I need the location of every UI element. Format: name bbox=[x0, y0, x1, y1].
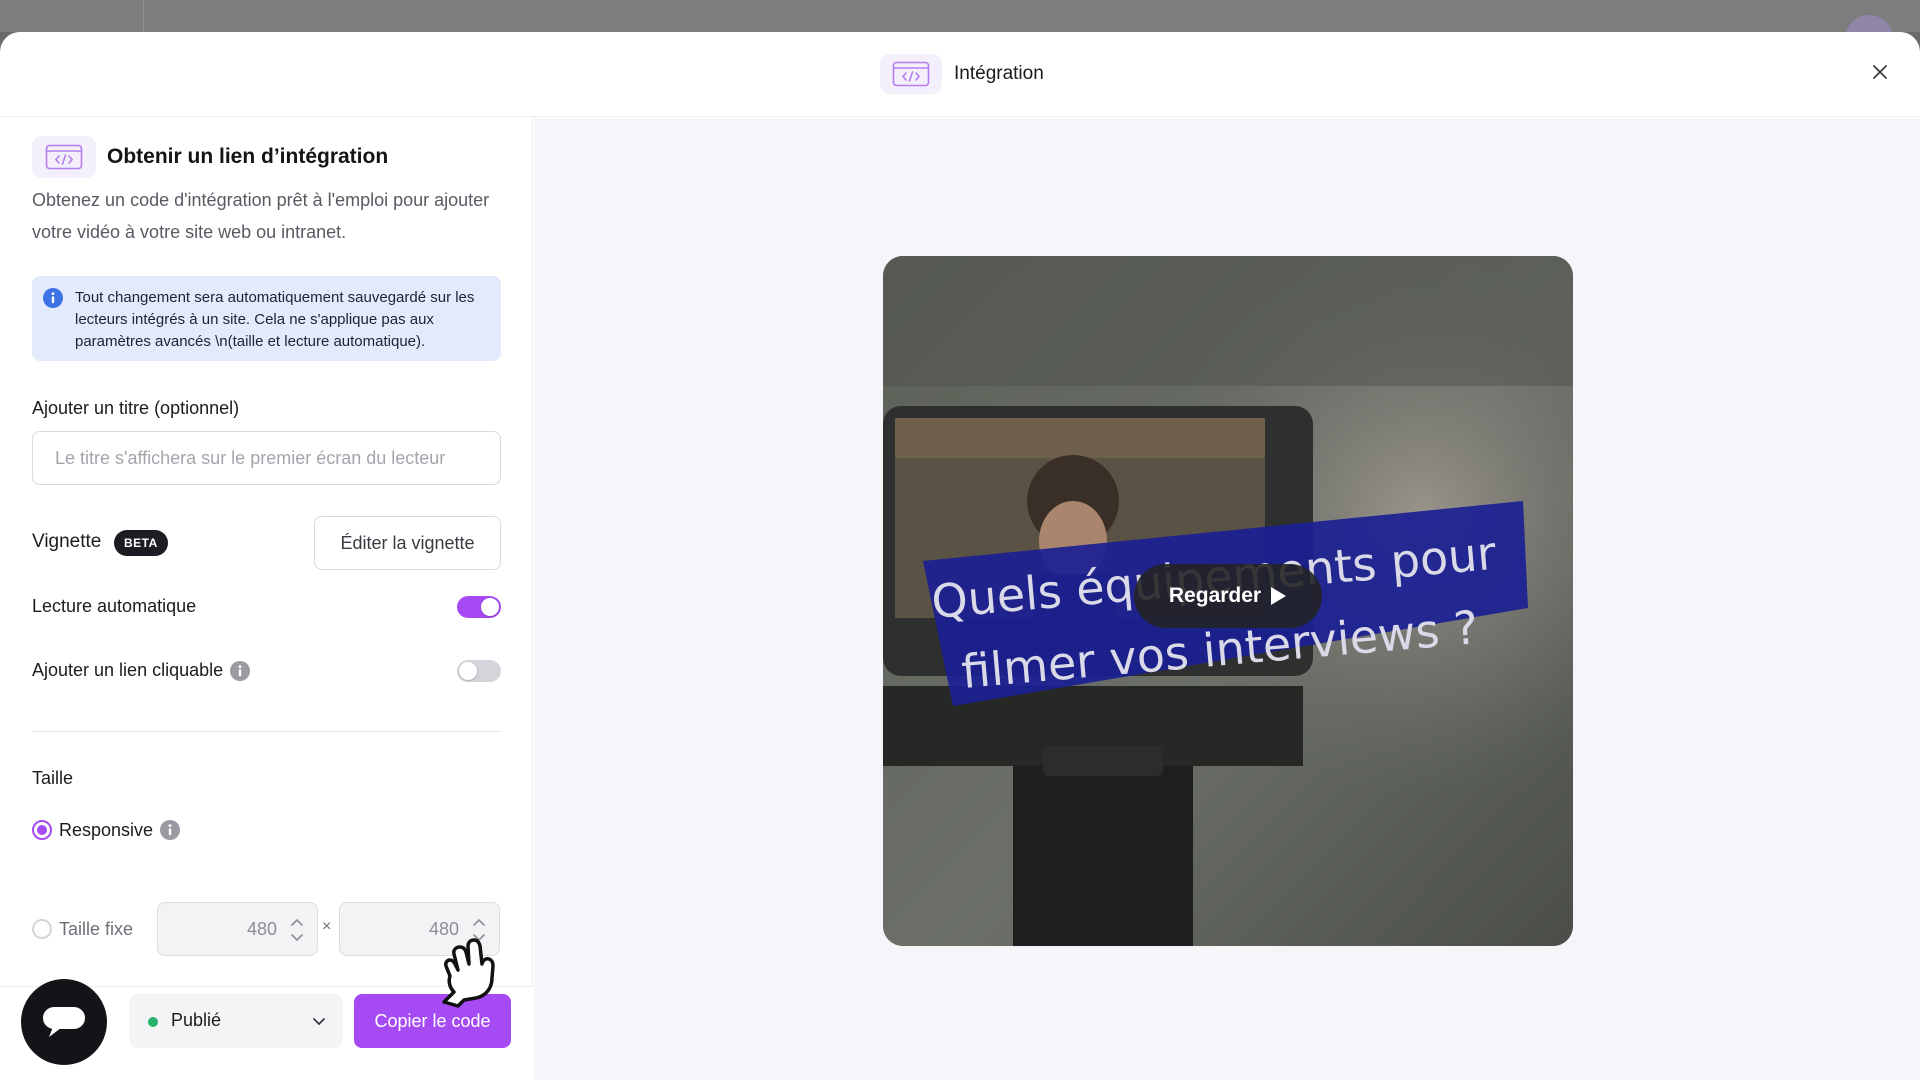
toggle-knob bbox=[481, 598, 499, 616]
status-dot bbox=[148, 1017, 158, 1027]
size-separator: × bbox=[322, 918, 332, 935]
play-icon bbox=[1271, 587, 1287, 605]
status-value: Publié bbox=[171, 1010, 222, 1030]
clickable-link-row: Ajouter un lien cliquable bbox=[32, 656, 501, 686]
modal-title: Intégration bbox=[954, 63, 1044, 84]
clickable-link-label: Ajouter un lien cliquable bbox=[32, 660, 224, 680]
embed-code-icon bbox=[32, 136, 96, 178]
autoplay-row: Lecture automatique bbox=[32, 592, 501, 622]
thumbnail-row: Vignette BETA Éditer la vignette bbox=[32, 516, 501, 570]
toggle-knob bbox=[459, 662, 477, 680]
clickable-link-label-group: Ajouter un lien cliquable bbox=[32, 660, 251, 681]
info-icon[interactable] bbox=[160, 820, 181, 840]
title-input[interactable] bbox=[32, 431, 501, 485]
info-callout: Tout changement sera automatiquement sau… bbox=[32, 276, 501, 361]
watch-button[interactable]: Regarder bbox=[1134, 564, 1322, 628]
responsive-label: Responsive bbox=[59, 819, 154, 840]
width-value: 480 bbox=[246, 919, 277, 939]
section-title: Obtenir un lien d’intégration bbox=[107, 145, 389, 168]
info-icon bbox=[43, 288, 63, 315]
watch-button-label: Regarder bbox=[1168, 584, 1262, 607]
chat-bubble-icon[interactable] bbox=[21, 979, 107, 1065]
info-icon[interactable] bbox=[230, 660, 251, 681]
embed-code-icon bbox=[880, 54, 942, 94]
autoplay-label: Lecture automatique bbox=[32, 596, 197, 616]
size-option-fixed[interactable]: Taille fixe bbox=[32, 916, 133, 942]
size-option-responsive[interactable]: Responsive bbox=[32, 817, 181, 843]
modal-title-group: Intégration bbox=[880, 54, 1044, 94]
section-header: Obtenir un lien d’intégration bbox=[32, 136, 388, 178]
width-input[interactable]: 480 bbox=[157, 902, 318, 956]
fixed-size-radio[interactable] bbox=[32, 919, 52, 939]
status-select[interactable]: Publié bbox=[129, 994, 343, 1048]
hand-pointer-icon bbox=[436, 936, 508, 1013]
divider bbox=[32, 731, 501, 732]
responsive-radio[interactable] bbox=[32, 820, 52, 840]
thumbnail-label: Vignette bbox=[32, 531, 102, 552]
edit-thumbnail-button[interactable]: Éditer la vignette bbox=[314, 516, 501, 570]
app-backdrop bbox=[0, 0, 1920, 63]
clickable-link-toggle[interactable] bbox=[457, 660, 501, 682]
info-callout-text: Tout changement sera automatiquement sau… bbox=[75, 289, 475, 350]
fixed-size-label: Taille fixe bbox=[59, 918, 134, 939]
section-description: Obtenez un code d'intégration prêt à l'e… bbox=[32, 190, 490, 242]
autoplay-toggle[interactable] bbox=[457, 596, 501, 618]
stepper-icon[interactable] bbox=[289, 915, 305, 945]
beta-badge: BETA bbox=[114, 530, 168, 556]
backdrop-divider bbox=[143, 0, 144, 32]
title-field-label: Ajouter un titre (optionnel) bbox=[32, 398, 240, 418]
size-label: Taille bbox=[32, 768, 74, 788]
close-icon[interactable] bbox=[1866, 58, 1894, 86]
chevron-down-icon bbox=[311, 1013, 327, 1034]
modal-header: Intégration bbox=[0, 32, 1920, 117]
